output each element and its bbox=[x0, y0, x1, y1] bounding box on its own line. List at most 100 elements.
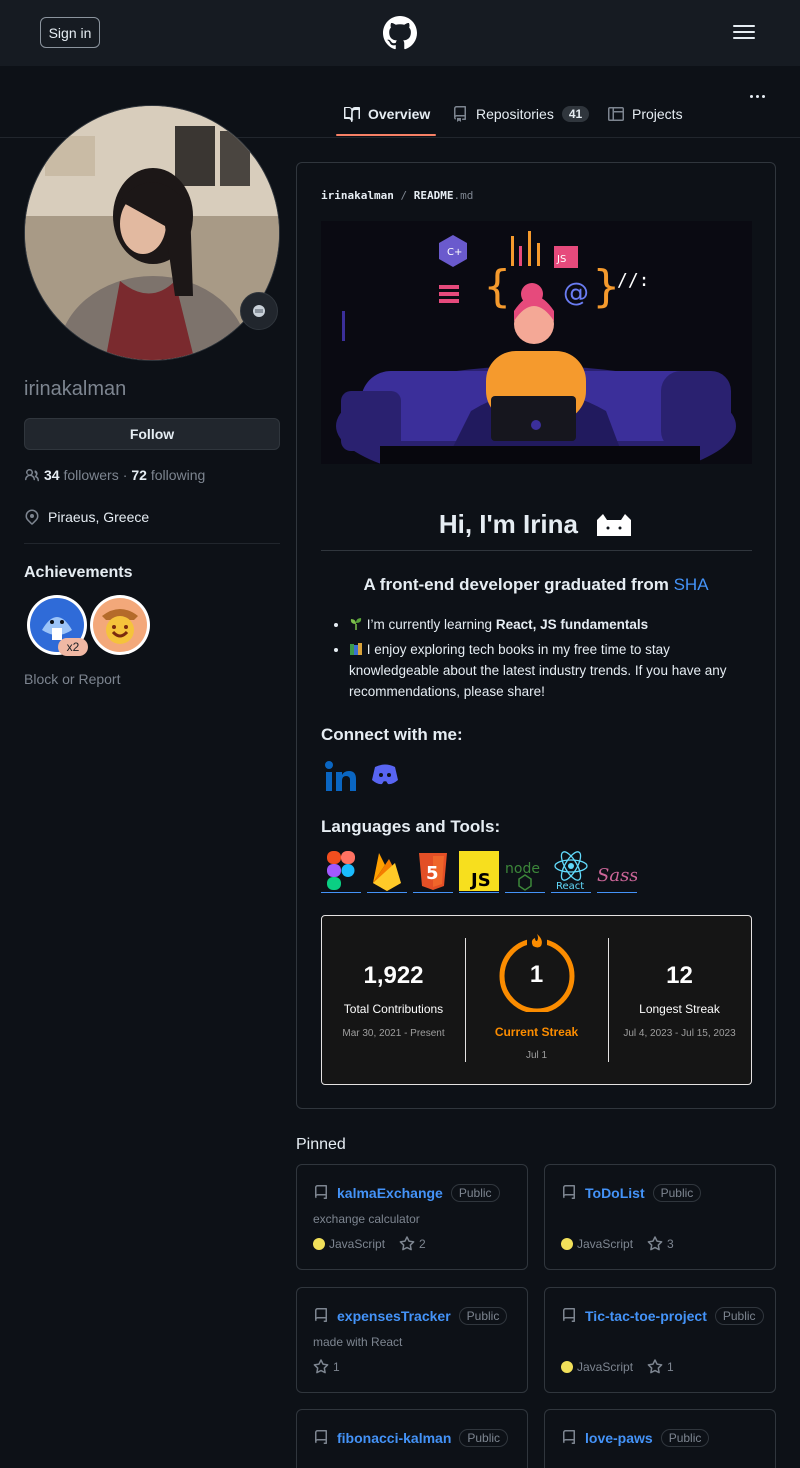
readme-file-ext: .md bbox=[453, 189, 474, 202]
current-streak-value: 1 bbox=[529, 961, 544, 988]
readme-owner-link[interactable]: irinakalman bbox=[321, 189, 394, 202]
pinned-repo-card: love-paws Public bbox=[544, 1409, 776, 1468]
readme-path: irinakalman / README.md bbox=[321, 189, 473, 202]
sign-in-button[interactable]: Sign in bbox=[40, 17, 100, 48]
current-streak-label: Current Streak bbox=[494, 1025, 579, 1039]
sidebar-divider bbox=[24, 543, 280, 544]
pinned-heading: Pinned bbox=[296, 1136, 346, 1153]
follow-button[interactable]: Follow bbox=[24, 418, 280, 450]
svg-text:{: { bbox=[484, 261, 511, 312]
svg-text:Sass: Sass bbox=[597, 865, 637, 886]
repo-icon bbox=[454, 106, 466, 122]
react-icon[interactable]: React bbox=[551, 850, 591, 893]
star-icon bbox=[313, 1359, 329, 1374]
tab-projects[interactable]: Projects bbox=[608, 102, 683, 126]
repo-description: made with React bbox=[313, 1335, 403, 1349]
block-or-report-link[interactable]: Block or Report bbox=[24, 671, 120, 687]
star-count: 2 bbox=[419, 1237, 426, 1251]
repo-language: JavaScript bbox=[577, 1360, 634, 1374]
repo-description: exchange calculator bbox=[313, 1212, 420, 1226]
discord-link[interactable] bbox=[370, 760, 400, 794]
username: irinakalman bbox=[24, 378, 127, 400]
visibility-badge: Public bbox=[459, 1429, 509, 1447]
following-link[interactable]: 72 following bbox=[131, 467, 205, 483]
html5-icon[interactable]: 5 bbox=[413, 851, 453, 893]
pinned-repo-card: kalmaExchange Public exchange calculator… bbox=[296, 1164, 528, 1270]
language-color-dot bbox=[561, 1238, 573, 1250]
discord-icon bbox=[372, 764, 398, 785]
bullet1-text: I’m currently learning bbox=[366, 617, 493, 632]
readme-card: irinakalman / README.md C+ { } JS @ //: … bbox=[296, 162, 776, 1109]
linkedin-icon bbox=[325, 761, 356, 791]
achievement-badge-yolo[interactable] bbox=[89, 594, 151, 656]
total-contributions-value: 1,922 bbox=[363, 962, 424, 989]
repo-name-link[interactable]: ToDoList bbox=[585, 1185, 645, 1201]
stars-link[interactable]: 3 bbox=[647, 1236, 674, 1252]
visibility-badge: Public bbox=[714, 1307, 764, 1325]
pinned-repo-card: Tic-tac-toe-project Public JavaScript 1 bbox=[544, 1287, 776, 1393]
pinned-repo-card: expensesTracker Public made with React 1 bbox=[296, 1287, 528, 1393]
more-options-icon[interactable] bbox=[750, 89, 770, 103]
svg-text:C+: C+ bbox=[447, 247, 462, 258]
repo-name-link[interactable]: love-paws bbox=[585, 1430, 653, 1446]
visibility-badge: Public bbox=[660, 1429, 710, 1447]
tools-list: 5 JS node React Sass bbox=[321, 850, 637, 893]
visibility-badge: Public bbox=[652, 1184, 702, 1202]
repo-icon bbox=[315, 1308, 327, 1322]
figma-icon[interactable] bbox=[321, 850, 361, 893]
status-emoji-button[interactable] bbox=[240, 292, 278, 330]
streak-stats-card: 1,922 Total Contributions Mar 30, 2021 -… bbox=[321, 915, 752, 1085]
repo-language: JavaScript bbox=[577, 1237, 634, 1251]
stars-link[interactable]: 2 bbox=[399, 1236, 426, 1252]
avatar[interactable] bbox=[24, 105, 280, 361]
total-contributions-range: Mar 30, 2021 - Present bbox=[342, 1028, 445, 1039]
cat-icon bbox=[597, 514, 632, 537]
subtitle-text: A front-end developer graduated from bbox=[363, 575, 669, 594]
sha-link[interactable]: SHA bbox=[674, 575, 709, 594]
smiley-icon bbox=[253, 305, 265, 317]
repo-icon bbox=[563, 1308, 575, 1322]
followers-count: 34 bbox=[44, 467, 60, 483]
sass-icon[interactable]: Sass bbox=[597, 851, 637, 893]
books-icon bbox=[350, 643, 362, 655]
svg-text:@: @ bbox=[563, 278, 589, 308]
star-count: 1 bbox=[667, 1360, 674, 1374]
menu-icon[interactable] bbox=[733, 22, 757, 42]
following-label: following bbox=[150, 467, 206, 483]
visibility-badge: Public bbox=[458, 1307, 508, 1325]
repositories-count-badge: 41 bbox=[561, 106, 590, 122]
achievement-count-badge: x2 bbox=[58, 638, 88, 656]
repo-name-link[interactable]: expensesTracker bbox=[337, 1308, 451, 1324]
tab-repositories[interactable]: Repositories 41 bbox=[452, 102, 590, 126]
list-item: I’m currently learning React, JS fundame… bbox=[349, 614, 759, 635]
repo-name-link[interactable]: fibonacci-kalman bbox=[337, 1430, 451, 1446]
followers-label: followers bbox=[63, 467, 119, 483]
tab-overview[interactable]: Overview bbox=[344, 102, 430, 126]
javascript-icon[interactable]: JS bbox=[459, 850, 499, 893]
location-pin-icon bbox=[25, 509, 39, 525]
stars-link[interactable]: 1 bbox=[313, 1359, 340, 1375]
stars-link[interactable]: 1 bbox=[647, 1359, 674, 1375]
linkedin-link[interactable] bbox=[323, 760, 359, 794]
svg-text:JS: JS bbox=[556, 254, 566, 265]
nodejs-icon[interactable]: node bbox=[505, 851, 545, 893]
svg-text:JS: JS bbox=[469, 870, 491, 891]
heading-rule bbox=[321, 550, 752, 551]
repo-icon bbox=[315, 1430, 327, 1444]
longest-streak-label: Longest Streak bbox=[639, 1002, 720, 1016]
current-streak-date: Jul 1 bbox=[525, 1050, 548, 1061]
star-count: 1 bbox=[333, 1360, 340, 1374]
repo-name-link[interactable]: kalmaExchange bbox=[337, 1185, 443, 1201]
svg-text:React: React bbox=[556, 881, 584, 891]
followers-link[interactable]: 34 followers bbox=[44, 467, 119, 483]
repo-name-link[interactable]: Tic-tac-toe-project bbox=[585, 1308, 707, 1324]
people-icon bbox=[24, 469, 39, 482]
svg-text:node: node bbox=[505, 861, 540, 877]
github-logo-icon[interactable] bbox=[383, 16, 417, 50]
following-count: 72 bbox=[131, 467, 147, 483]
list-item: I enjoy exploring tech books in my free … bbox=[349, 639, 759, 702]
readme-banner-image: C+ { } JS @ //: bbox=[321, 221, 752, 464]
firebase-icon[interactable] bbox=[367, 851, 407, 893]
separator-dot: · bbox=[122, 467, 128, 483]
star-icon bbox=[399, 1236, 415, 1251]
